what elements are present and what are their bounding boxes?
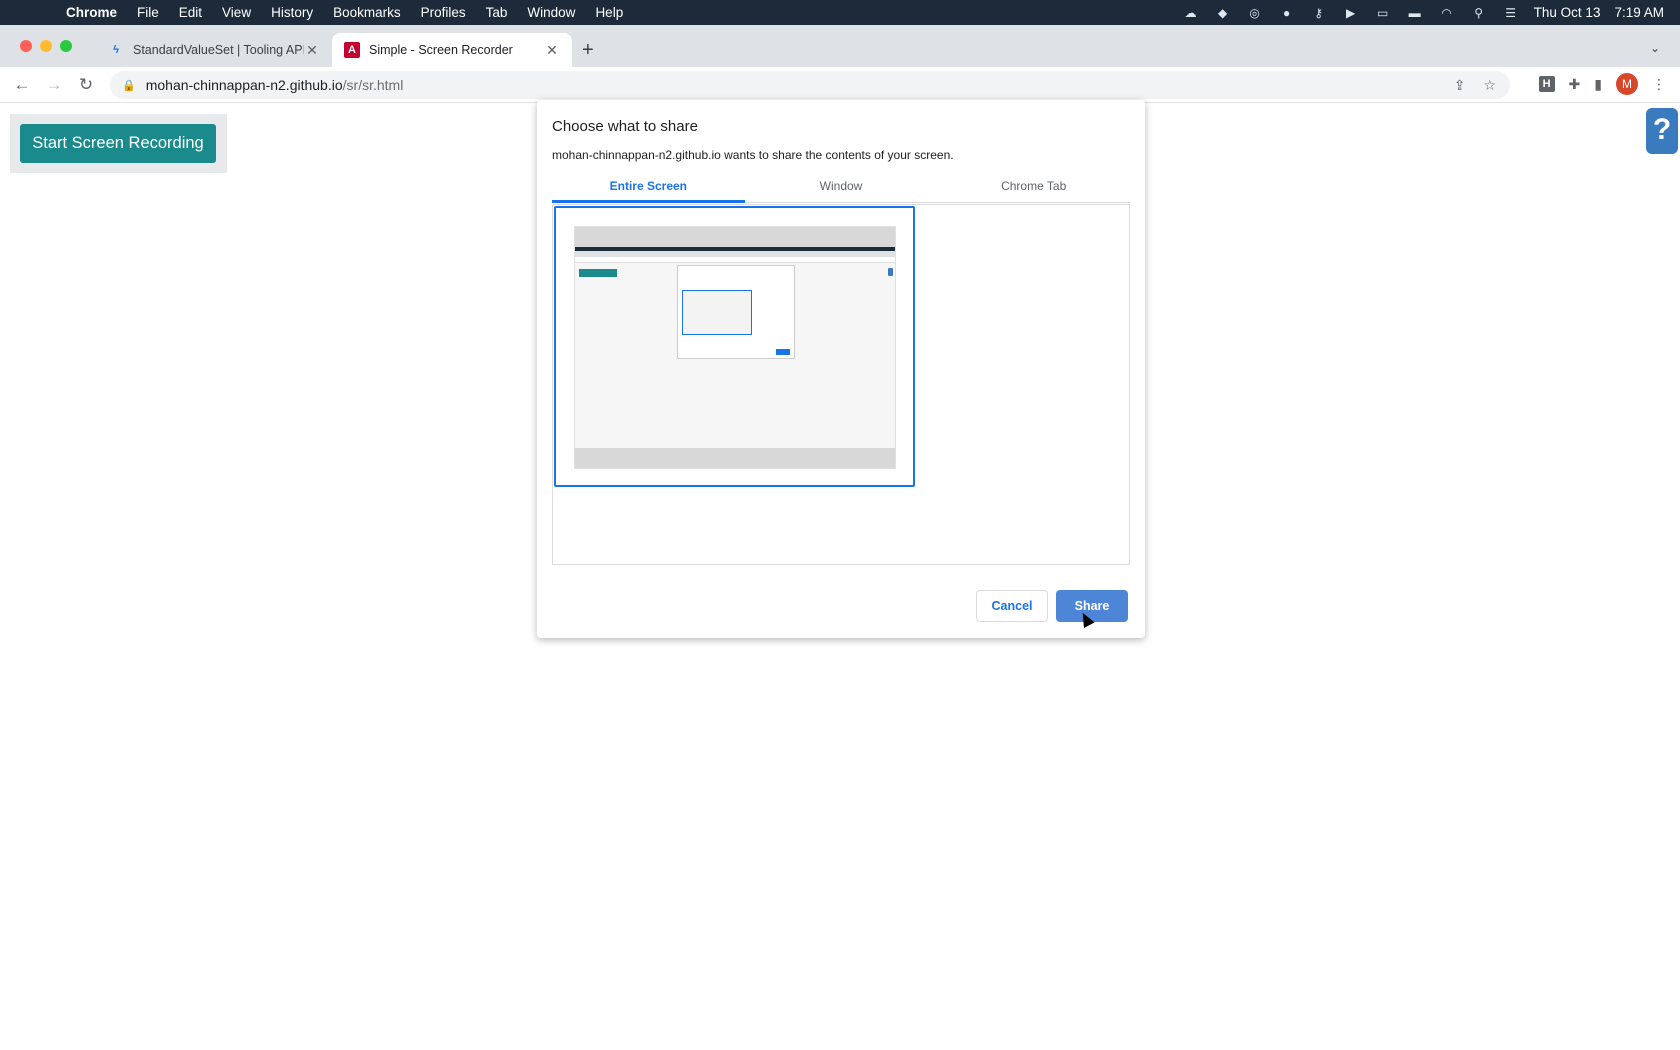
menu-app-name[interactable]: Chrome bbox=[56, 5, 127, 20]
help-button[interactable]: ? bbox=[1646, 108, 1678, 154]
reload-icon[interactable]: ↻ bbox=[70, 75, 102, 95]
side-panel-icon[interactable]: ▮ bbox=[1594, 76, 1602, 93]
extension-h-icon[interactable]: H bbox=[1538, 76, 1555, 92]
dialog-subtitle: mohan-chinnappan-n2.github.io wants to s… bbox=[552, 148, 954, 162]
control-center-icon[interactable]: ☰ bbox=[1502, 6, 1520, 20]
key-icon[interactable]: ⚷ bbox=[1310, 6, 1328, 20]
share-screen-dialog: Choose what to share mohan-chinnappan-n2… bbox=[537, 100, 1145, 638]
share-source-panel bbox=[552, 204, 1130, 565]
close-window-button[interactable] bbox=[20, 40, 32, 52]
browser-toolbar: ← → ↻ 🔒 mohan-chinnappan-n2.github.io/sr… bbox=[0, 67, 1680, 103]
grammarly-icon[interactable]: ◎ bbox=[1246, 6, 1264, 20]
dialog-title: Choose what to share bbox=[552, 118, 698, 135]
screen-icon[interactable]: ▭ bbox=[1374, 6, 1392, 20]
tab-entire-screen[interactable]: Entire Screen bbox=[552, 173, 745, 203]
macos-menu-bar: Chrome File Edit View History Bookmarks … bbox=[0, 0, 1680, 25]
record-button-container: Start Screen Recording bbox=[10, 114, 227, 173]
menu-tab[interactable]: Tab bbox=[476, 5, 518, 20]
bookmark-star-icon[interactable]: ☆ bbox=[1483, 77, 1496, 94]
menu-help[interactable]: Help bbox=[585, 5, 633, 20]
address-bar[interactable]: 🔒 mohan-chinnappan-n2.github.io/sr/sr.ht… bbox=[110, 71, 1510, 99]
window-controls bbox=[20, 40, 72, 52]
menu-window[interactable]: Window bbox=[517, 5, 585, 20]
battery-icon[interactable]: ▬ bbox=[1406, 6, 1424, 20]
url-host: mohan-chinnappan-n2.github.io bbox=[145, 77, 343, 93]
tab-screen-recorder[interactable]: A Simple - Screen Recorder ✕ bbox=[332, 33, 572, 67]
angular-icon: A bbox=[344, 42, 360, 58]
cancel-button[interactable]: Cancel bbox=[976, 590, 1048, 622]
lock-icon[interactable]: 🔒 bbox=[122, 79, 136, 92]
menu-edit[interactable]: Edit bbox=[169, 5, 212, 20]
play-icon[interactable]: ▶ bbox=[1342, 6, 1360, 20]
menu-view[interactable]: View bbox=[212, 5, 261, 20]
tab-standardvalueset[interactable]: ϟ StandardValueSet | Tooling API ✕ bbox=[96, 33, 332, 67]
back-arrow-icon[interactable]: ← bbox=[6, 75, 38, 95]
elephant-icon[interactable]: ◆ bbox=[1214, 6, 1232, 20]
start-screen-recording-button[interactable]: Start Screen Recording bbox=[20, 124, 216, 163]
forward-arrow-icon[interactable]: → bbox=[38, 75, 70, 95]
menubar-date[interactable]: Thu Oct 13 bbox=[1534, 5, 1601, 20]
menu-profiles[interactable]: Profiles bbox=[411, 5, 476, 20]
url-path: /sr/sr.html bbox=[342, 77, 404, 93]
zoom-window-button[interactable] bbox=[60, 40, 72, 52]
extensions-puzzle-icon[interactable]: ✚ bbox=[1569, 76, 1581, 93]
tab-title: Simple - Screen Recorder bbox=[369, 43, 513, 57]
globe-icon[interactable]: ● bbox=[1278, 6, 1296, 20]
tab-title: StandardValueSet | Tooling API bbox=[133, 43, 304, 57]
tab-strip: ϟ StandardValueSet | Tooling API ✕ A Sim… bbox=[0, 25, 1680, 67]
spotlight-search-icon[interactable]: ⚲ bbox=[1470, 6, 1488, 20]
tab-window[interactable]: Window bbox=[744, 173, 938, 203]
menu-file[interactable]: File bbox=[127, 5, 169, 20]
new-tab-icon[interactable]: + bbox=[582, 39, 594, 62]
entire-screen-option[interactable] bbox=[554, 206, 915, 487]
share-source-tabs: Entire Screen Window Chrome Tab bbox=[552, 173, 1131, 203]
share-page-icon[interactable]: ⇪ bbox=[1454, 77, 1466, 94]
cloud-icon[interactable]: ☁ bbox=[1182, 6, 1200, 20]
menu-history[interactable]: History bbox=[261, 5, 323, 20]
wifi-icon[interactable]: ◠ bbox=[1438, 6, 1456, 20]
tab-search-chevron-icon[interactable]: ⌄ bbox=[1650, 41, 1660, 55]
menu-bookmarks[interactable]: Bookmarks bbox=[323, 5, 411, 20]
menubar-time[interactable]: 7:19 AM bbox=[1614, 5, 1664, 20]
profile-avatar[interactable]: M bbox=[1616, 73, 1638, 95]
screen-preview-thumbnail bbox=[574, 226, 896, 469]
lightning-icon: ϟ bbox=[113, 44, 119, 56]
minimize-window-button[interactable] bbox=[40, 40, 52, 52]
close-tab-icon[interactable]: ✕ bbox=[544, 42, 560, 59]
tab-chrome-tab[interactable]: Chrome Tab bbox=[937, 173, 1131, 203]
close-tab-icon[interactable]: ✕ bbox=[304, 42, 320, 59]
more-menu-icon[interactable]: ⋮ bbox=[1652, 76, 1666, 93]
